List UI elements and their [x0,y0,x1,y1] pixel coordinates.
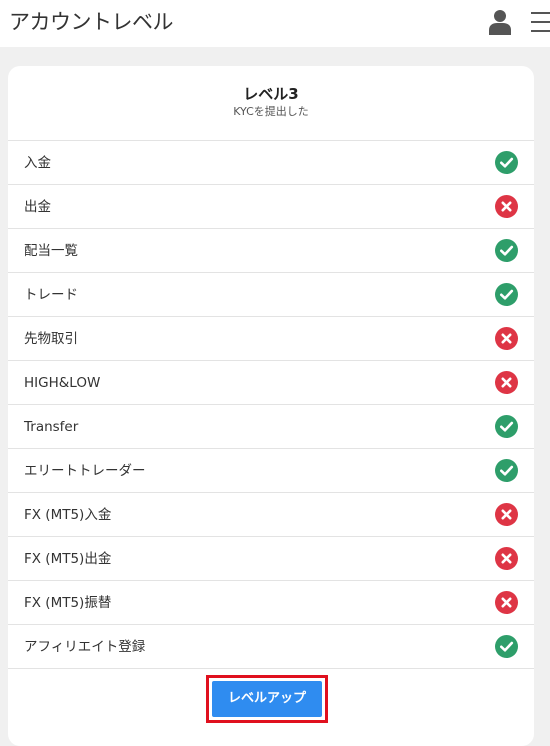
level-up-highlight: レベルアップ [206,675,328,723]
feature-label: 配当一覧 [24,243,78,259]
cross-circle-icon [495,503,518,526]
check-circle-icon [495,415,518,438]
feature-label: Transfer [24,419,79,435]
feature-label: FX (MT5)出金 [24,551,112,567]
account-level-card: レベル3 KYCを提出した 入金出金配当一覧トレード先物取引 HIGH&LOW Tr… [8,66,534,746]
feature-label: 入金 [24,155,51,171]
cross-circle-icon [495,547,518,570]
level-title: レベル3 [243,85,299,103]
feature-label: アフィリエイト登録 [24,639,146,655]
level-up-button[interactable]: レベルアップ [212,681,322,717]
check-circle-icon [495,635,518,658]
feature-label: トレード [24,287,78,303]
feature-row: FX (MT5)入金 [8,493,534,537]
check-circle-icon [495,459,518,482]
feature-label: FX (MT5)振替 [24,595,112,611]
cross-circle-icon [495,591,518,614]
feature-label: HIGH&LOW [24,375,101,391]
feature-label: 出金 [24,199,51,215]
check-circle-icon [495,151,518,174]
feature-row: HIGH&LOW [8,361,534,405]
feature-row: Transfer [8,405,534,449]
feature-row: FX (MT5)振替 [8,581,534,625]
feature-list: 入金出金配当一覧トレード先物取引 HIGH&LOW Transfer エリートトレーダ… [8,141,534,669]
feature-row: FX (MT5)出金 [8,537,534,581]
cross-circle-icon [495,327,518,350]
feature-row: トレード [8,273,534,317]
feature-row: 配当一覧 [8,229,534,273]
feature-label: FX (MT5)入金 [24,507,112,523]
cross-circle-icon [495,371,518,394]
menu-icon[interactable] [529,10,550,34]
check-circle-icon [495,239,518,262]
user-icon[interactable] [489,9,511,35]
feature-row: 先物取引 [8,317,534,361]
level-header: レベル3 KYCを提出した [8,66,534,141]
feature-row: エリートトレーダー [8,449,534,493]
feature-label: エリートトレーダー [24,463,146,479]
feature-label: 先物取引 [24,331,78,347]
check-circle-icon [495,283,518,306]
feature-row: アフィリエイト登録 [8,625,534,669]
cross-circle-icon [495,195,518,218]
app-header: アカウントレベル [0,0,550,47]
feature-row: 入金 [8,141,534,185]
feature-row: 出金 [8,185,534,229]
page-title: アカウントレベル [9,10,174,34]
level-subtitle: KYCを提出した [233,105,309,118]
